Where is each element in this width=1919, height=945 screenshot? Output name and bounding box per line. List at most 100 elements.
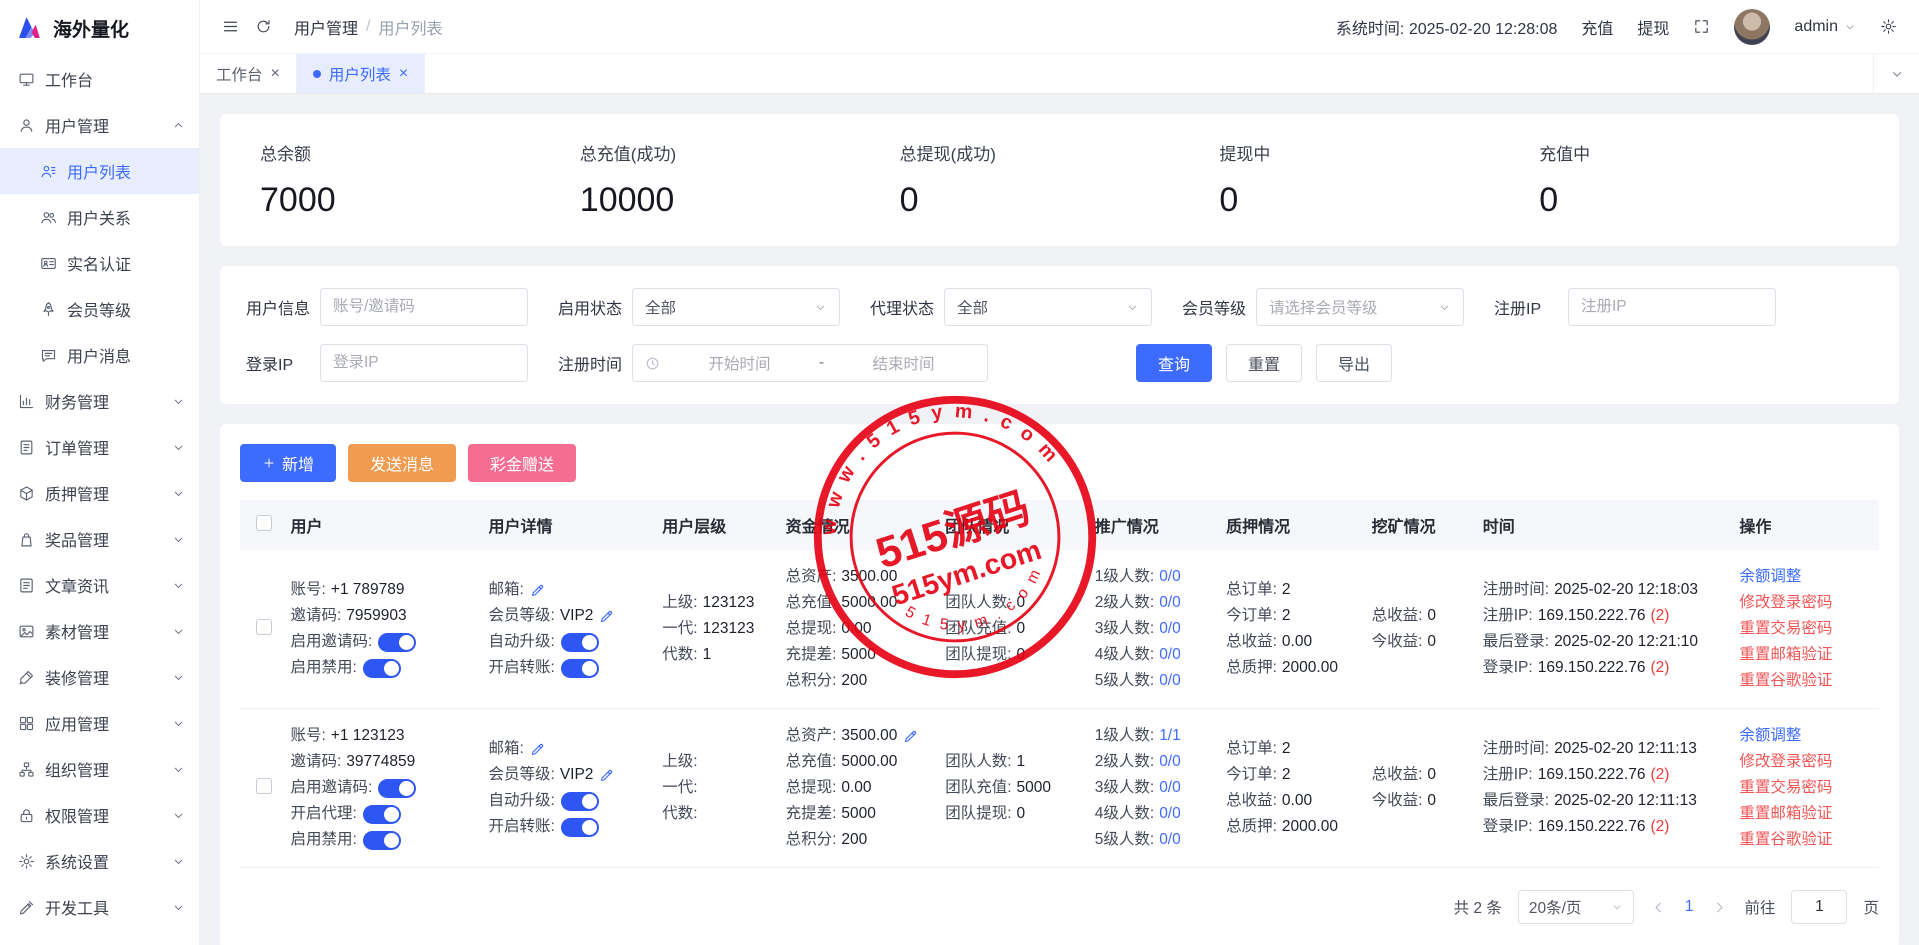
auto-upgrade-toggle[interactable] — [561, 792, 599, 811]
level1-count-link[interactable]: 0/0 — [1159, 564, 1181, 590]
login-ip-count[interactable]: (2) — [1650, 655, 1669, 681]
reset-google-verify-link[interactable]: 重置谷歌验证 — [1739, 668, 1873, 694]
level4-count-link[interactable]: 0/0 — [1159, 801, 1181, 827]
tab-close-icon[interactable]: × — [271, 66, 280, 82]
sidebar-item-organization-management[interactable]: 组织管理 — [0, 746, 199, 792]
sidebar-item-user-messages[interactable]: 用户消息 — [0, 332, 199, 378]
level3-count-link[interactable]: 0/0 — [1159, 775, 1181, 801]
sidebar-item-workbench[interactable]: 工作台 — [0, 56, 199, 102]
reset-email-verify-link[interactable]: 重置邮箱验证 — [1739, 801, 1873, 827]
sidebar-item-order-management[interactable]: 订单管理 — [0, 424, 199, 470]
bonus-gift-button[interactable]: 彩金赠送 — [468, 444, 576, 482]
level3-count-link[interactable]: 0/0 — [1159, 616, 1181, 642]
reset-trade-password-link[interactable]: 重置交易密码 — [1739, 616, 1873, 642]
brush-icon — [18, 669, 35, 686]
fullscreen-icon[interactable] — [1693, 18, 1710, 35]
select-all-checkbox[interactable] — [256, 515, 272, 531]
collapse-menu-icon[interactable] — [222, 18, 239, 35]
change-login-password-link[interactable]: 修改登录密码 — [1739, 749, 1873, 775]
tab-close-icon[interactable]: × — [399, 66, 408, 82]
refresh-icon[interactable] — [255, 18, 272, 35]
register-time-range-picker[interactable]: 开始时间 - 结束时间 — [632, 344, 988, 382]
transfer-toggle[interactable] — [561, 659, 599, 678]
sidebar-item-app-management[interactable]: 应用管理 — [0, 700, 199, 746]
withdraw-link[interactable]: 提现 — [1637, 15, 1669, 39]
breadcrumb-separator: / — [366, 18, 370, 36]
balance-adjust-link[interactable]: 余额调整 — [1739, 723, 1873, 749]
edit-email-icon[interactable] — [530, 742, 545, 757]
user-menu[interactable]: admin — [1794, 18, 1856, 36]
search-button[interactable]: 查询 — [1136, 344, 1212, 382]
edit-level-icon[interactable] — [599, 768, 614, 783]
breadcrumb: 用户管理 / 用户列表 — [294, 15, 442, 39]
breadcrumb-level1[interactable]: 用户管理 — [294, 15, 358, 39]
tab-user-list[interactable]: 用户列表 × — [297, 54, 425, 93]
row-checkbox[interactable] — [256, 619, 272, 635]
sidebar-item-material-management[interactable]: 素材管理 — [0, 608, 199, 654]
invite-code-toggle[interactable] — [378, 633, 416, 652]
sidebar-item-article-info[interactable]: 文章资讯 — [0, 562, 199, 608]
send-message-button[interactable]: 发送消息 — [348, 444, 456, 482]
level5-count-link[interactable]: 0/0 — [1159, 668, 1181, 694]
register-ip-count[interactable]: (2) — [1650, 603, 1669, 629]
sidebar-item-finance-management[interactable]: 财务管理 — [0, 378, 199, 424]
add-user-button[interactable]: 新增 — [240, 444, 336, 482]
edit-level-icon[interactable] — [599, 609, 614, 624]
level4-count-link[interactable]: 0/0 — [1159, 642, 1181, 668]
reset-button[interactable]: 重置 — [1226, 344, 1302, 382]
transfer-toggle[interactable] — [561, 818, 599, 837]
chevron-down-icon — [1438, 301, 1451, 314]
prev-page-button[interactable] — [1650, 899, 1667, 916]
order-icon — [18, 439, 35, 456]
sidebar-item-user-list[interactable]: 用户列表 — [0, 148, 199, 194]
invite-code-toggle[interactable] — [378, 779, 416, 798]
sidebar-item-permission-management[interactable]: 权限管理 — [0, 792, 199, 838]
avatar[interactable] — [1734, 9, 1770, 45]
tab-overflow-button[interactable] — [1873, 54, 1919, 93]
sidebar-item-decoration-management[interactable]: 装修管理 — [0, 654, 199, 700]
enable-disable-toggle[interactable] — [363, 659, 401, 678]
reset-trade-password-link[interactable]: 重置交易密码 — [1739, 775, 1873, 801]
user-info-input[interactable] — [320, 288, 528, 326]
sidebar-menu: 工作台 用户管理 用户列表 用户关系 实名认证 会员等级 用户消息 财务管理 订… — [0, 56, 199, 930]
auto-upgrade-toggle[interactable] — [561, 633, 599, 652]
recharge-link[interactable]: 充值 — [1581, 15, 1613, 39]
row-checkbox[interactable] — [256, 778, 272, 794]
sidebar-item-member-level[interactable]: 会员等级 — [0, 286, 199, 332]
sidebar-item-real-name-auth[interactable]: 实名认证 — [0, 240, 199, 286]
export-button[interactable]: 导出 — [1316, 344, 1392, 382]
edit-assets-icon[interactable] — [903, 729, 918, 744]
level2-count-link[interactable]: 0/0 — [1159, 749, 1181, 775]
register-ip-input[interactable] — [1568, 288, 1776, 326]
register-ip-count[interactable]: (2) — [1650, 762, 1669, 788]
change-login-password-link[interactable]: 修改登录密码 — [1739, 590, 1873, 616]
member-level-select[interactable]: 请选择会员等级 — [1256, 288, 1464, 326]
sidebar-item-system-settings[interactable]: 系统设置 — [0, 838, 199, 884]
reset-google-verify-link[interactable]: 重置谷歌验证 — [1739, 827, 1873, 853]
level5-count-link[interactable]: 0/0 — [1159, 827, 1181, 853]
agent-status-select[interactable]: 全部 — [944, 288, 1152, 326]
agent-toggle[interactable] — [363, 805, 401, 824]
sidebar-item-prize-management[interactable]: 奖品管理 — [0, 516, 199, 562]
level1-count-link[interactable]: 1/1 — [1159, 723, 1181, 749]
enable-disable-toggle[interactable] — [363, 831, 401, 850]
sidebar-item-pledge-management[interactable]: 质押管理 — [0, 470, 199, 516]
monitor-icon — [18, 71, 35, 88]
current-page[interactable]: 1 — [1683, 898, 1696, 916]
enable-status-select[interactable]: 全部 — [632, 288, 840, 326]
settings-gear-icon[interactable] — [1880, 18, 1897, 35]
reset-email-verify-link[interactable]: 重置邮箱验证 — [1739, 642, 1873, 668]
balance-adjust-link[interactable]: 余额调整 — [1739, 564, 1873, 590]
total-count: 共 2 条 — [1454, 896, 1502, 918]
sidebar-item-user-management[interactable]: 用户管理 — [0, 102, 199, 148]
sidebar-item-dev-tools[interactable]: 开发工具 — [0, 884, 199, 930]
goto-page-input[interactable] — [1791, 890, 1847, 924]
tab-workbench[interactable]: 工作台 × — [200, 54, 297, 93]
next-page-button[interactable] — [1711, 899, 1728, 916]
login-ip-count[interactable]: (2) — [1650, 814, 1669, 840]
page-size-select[interactable]: 20条/页 — [1518, 890, 1634, 924]
edit-email-icon[interactable] — [530, 583, 545, 598]
sidebar-item-user-relations[interactable]: 用户关系 — [0, 194, 199, 240]
level2-count-link[interactable]: 0/0 — [1159, 590, 1181, 616]
login-ip-input[interactable] — [320, 344, 528, 382]
